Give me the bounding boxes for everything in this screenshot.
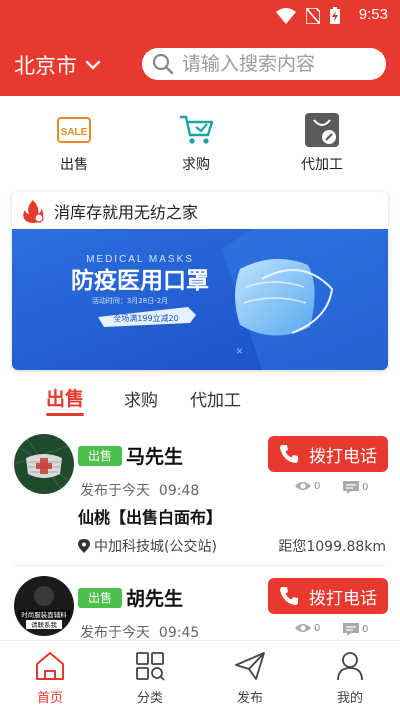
search-icon (152, 53, 174, 75)
view-count: 0 (294, 480, 320, 492)
nav-profile[interactable]: 我的 (310, 651, 390, 706)
clock: 9:53 (358, 6, 388, 23)
wifi-icon (276, 7, 296, 24)
comment-icon (343, 481, 359, 494)
category-label: 代加工 (301, 157, 343, 173)
category-processing[interactable]: 代加工 (277, 110, 367, 174)
listing-item[interactable]: 出售 马先生 拨打电话 发布于今天 09:48 0 0 仙桃【出售白面布】 中加… (0, 434, 400, 574)
nav-category[interactable]: 分类 (110, 651, 190, 706)
product-title: 仙桃【出售白面布】 (78, 508, 223, 527)
banner-date-note: 活动时间：3月28日-2月 (92, 296, 168, 305)
bottom-nav: 首页 分类 发布 我的 (0, 640, 400, 711)
call-button-label: 拨打电话 (309, 446, 377, 467)
nav-label: 分类 (136, 691, 163, 706)
promo-card[interactable]: 消库存就用无纺之家 MEDICAL MASKS 防疫医用口罩 活动时间：3月28… (12, 192, 388, 370)
user-icon (337, 652, 363, 681)
view-count: 0 (294, 622, 320, 634)
avatar[interactable]: 时尚服装面辅料 请联系我 (14, 576, 74, 636)
sale-tag-icon: SALE (57, 117, 91, 143)
comment-icon (343, 623, 359, 636)
banner-heading: 防疫医用口罩 (71, 267, 209, 294)
top-header: 北京市 (0, 30, 400, 96)
category-sell[interactable]: SALE 出售 (29, 110, 119, 174)
search-bar[interactable] (142, 48, 386, 80)
posted-time: 发布于今天 09:48 (80, 483, 200, 499)
battery-charging-icon (330, 7, 340, 24)
listing-tabs: 出售 求购 代加工 (0, 382, 400, 418)
processing-bag-icon (305, 113, 339, 147)
seller-name: 胡先生 (126, 588, 184, 610)
call-button[interactable]: 拨打电话 (268, 436, 388, 472)
location-pin-icon (78, 538, 90, 553)
city-selector[interactable]: 北京市 (14, 50, 101, 80)
svg-text:×: × (236, 344, 243, 358)
category-label: 出售 (60, 157, 88, 173)
paper-plane-icon (235, 652, 265, 680)
posted-time: 发布于今天 09:45 (80, 625, 200, 641)
flame-icon (23, 200, 44, 223)
call-button-label: 拨打电话 (309, 588, 377, 609)
mask-banner-image: MEDICAL MASKS 防疫医用口罩 活动时间：3月28日-2月 全场满19… (12, 229, 388, 370)
banner-ribbon: 全场满199立减20 (113, 313, 178, 323)
category-grid-icon (136, 652, 165, 681)
status-bar: 9:53 (0, 0, 400, 30)
phone-icon (280, 445, 298, 463)
nav-publish[interactable]: 发布 (210, 651, 290, 706)
tab-sell[interactable]: 出售 (46, 384, 85, 416)
promo-header: 消库存就用无纺之家 (20, 198, 198, 224)
avatar[interactable] (14, 434, 74, 494)
category-buy[interactable]: 求购 (151, 110, 241, 174)
svg-text:SALE: SALE (61, 127, 88, 138)
listing-type-badge: 出售 (78, 446, 122, 466)
home-icon (36, 652, 64, 680)
tab-buy[interactable]: 求购 (124, 386, 158, 411)
eye-icon (295, 482, 311, 490)
category-label: 求购 (182, 157, 210, 173)
promo-title: 消库存就用无纺之家 (54, 203, 199, 222)
status-icons (276, 7, 340, 24)
svg-text:请联系我: 请联系我 (31, 620, 58, 629)
distance: 距您1099.88km (278, 539, 386, 555)
eye-icon (295, 624, 311, 632)
no-sim-icon (306, 7, 320, 24)
search-input[interactable] (182, 53, 377, 75)
svg-text:时尚服装面辅料: 时尚服装面辅料 (21, 610, 67, 619)
shopping-cart-icon (180, 115, 214, 144)
comment-count: 0 (342, 480, 368, 495)
seller-name: 马先生 (126, 446, 184, 468)
category-shortcuts: SALE 出售 求购 代加工 (0, 110, 400, 180)
phone-icon (280, 587, 298, 605)
call-button[interactable]: 拨打电话 (268, 578, 388, 614)
city-label: 北京市 (14, 54, 77, 78)
nav-label: 首页 (36, 691, 63, 706)
nav-label: 发布 (236, 691, 263, 706)
tab-processing[interactable]: 代加工 (190, 386, 241, 411)
listing-type-badge: 出售 (78, 588, 122, 608)
divider (14, 565, 386, 566)
banner-small-heading: MEDICAL MASKS (86, 254, 194, 265)
chevron-down-icon (85, 60, 101, 70)
promo-banner[interactable]: MEDICAL MASKS 防疫医用口罩 活动时间：3月28日-2月 全场满19… (12, 229, 388, 370)
nav-label: 我的 (336, 691, 363, 706)
location: 中加科技城(公交站) (78, 536, 217, 556)
comment-count: 0 (342, 622, 368, 637)
nav-home[interactable]: 首页 (10, 651, 90, 706)
